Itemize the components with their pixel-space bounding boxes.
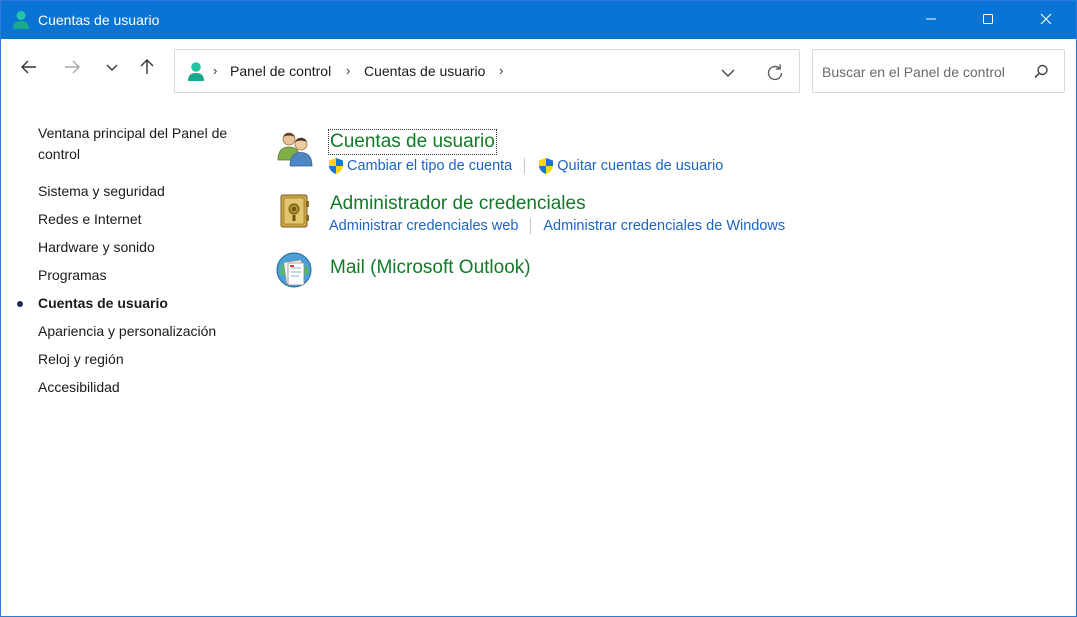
breadcrumb-separator: ›: [213, 63, 218, 78]
category-links: Administrar credenciales web Administrar …: [329, 218, 785, 235]
navigation-bar: › Panel de control › Cuentas de usuario …: [1, 39, 1076, 103]
active-indicator-bullet: [17, 301, 23, 307]
category-administrador-de-credenciales: Administrador de credenciales Administra…: [263, 191, 1063, 251]
link-administrar-credenciales-web[interactable]: Administrar credenciales web: [329, 218, 518, 234]
breadcrumb-cuentas-de-usuario[interactable]: Cuentas de usuario: [364, 63, 485, 79]
sidebar-item-reloj-y-region[interactable]: Reloj y región: [38, 351, 124, 367]
link-cambiar-tipo-de-cuenta[interactable]: Cambiar el tipo de cuenta: [347, 158, 512, 174]
chevron-down-icon: [715, 69, 741, 89]
search-icon[interactable]: [1032, 63, 1050, 81]
sidebar-item-hardware-y-sonido[interactable]: Hardware y sonido: [38, 239, 155, 255]
forward-button[interactable]: [59, 55, 85, 81]
maximize-icon: [982, 12, 994, 28]
category-title-cuentas-de-usuario[interactable]: Cuentas de usuario: [328, 129, 497, 155]
user-accounts-icon: [12, 10, 30, 30]
breadcrumb-panel-de-control[interactable]: Panel de control: [230, 63, 331, 79]
chevron-down-icon: [105, 60, 119, 77]
search-box[interactable]: [812, 49, 1065, 93]
address-dropdown-button[interactable]: [715, 60, 741, 86]
category-links: Cambiar el tipo de cuenta Quitar cuentas…: [327, 157, 723, 175]
recent-locations-button[interactable]: [99, 55, 125, 81]
arrow-right-icon: [63, 58, 81, 79]
sidebar-item-programas[interactable]: Programas: [38, 267, 106, 283]
arrow-left-icon: [20, 58, 38, 79]
back-button[interactable]: [16, 55, 42, 81]
link-separator: [530, 218, 532, 235]
refresh-button[interactable]: [762, 60, 788, 86]
sidebar: Ventana principal del Panel de control S…: [1, 103, 261, 616]
category-list: Cuentas de usuario Cambiar el tipo de cu…: [263, 103, 1073, 603]
vault-icon[interactable]: [275, 191, 315, 231]
sidebar-item-sistema-y-seguridad[interactable]: Sistema y seguridad: [38, 183, 165, 199]
maximize-button[interactable]: [959, 1, 1017, 39]
category-title-mail-microsoft-outlook[interactable]: Mail (Microsoft Outlook): [330, 257, 531, 279]
breadcrumb-separator: ›: [346, 63, 351, 78]
close-button[interactable]: [1017, 1, 1075, 39]
link-separator: [524, 158, 526, 174]
category-cuentas-de-usuario: Cuentas de usuario Cambiar el tipo de cu…: [263, 128, 1063, 188]
up-button[interactable]: [134, 55, 160, 81]
category-mail-microsoft-outlook: Mail (Microsoft Outlook): [263, 251, 1063, 311]
sidebar-item-accesibilidad[interactable]: Accesibilidad: [38, 379, 120, 395]
user-accounts-icon: [187, 61, 205, 83]
uac-shield-icon: [537, 157, 555, 175]
refresh-icon: [762, 64, 788, 89]
breadcrumb-separator: ›: [499, 63, 504, 78]
window-title: Cuentas de usuario: [38, 12, 160, 28]
title-bar: Cuentas de usuario: [1, 1, 1076, 39]
uac-shield-icon: [327, 157, 345, 175]
minimize-icon: [925, 12, 937, 28]
minimize-button[interactable]: [902, 1, 960, 39]
close-icon: [1040, 12, 1052, 28]
address-bar[interactable]: › Panel de control › Cuentas de usuario …: [174, 49, 800, 93]
mail-globe-icon[interactable]: [275, 251, 315, 291]
users-icon[interactable]: [275, 128, 315, 168]
sidebar-item-apariencia-y-personalizacion[interactable]: Apariencia y personalización: [38, 323, 216, 339]
category-title-administrador-de-credenciales[interactable]: Administrador de credenciales: [330, 193, 586, 215]
window: Cuentas de usuario › Panel de control › …: [0, 0, 1077, 617]
sidebar-item-redes-e-internet[interactable]: Redes e Internet: [38, 211, 142, 227]
search-input[interactable]: [822, 62, 1027, 82]
link-administrar-credenciales-de-windows[interactable]: Administrar credenciales de Windows: [543, 218, 785, 234]
link-quitar-cuentas-de-usuario[interactable]: Quitar cuentas de usuario: [557, 158, 723, 174]
arrow-up-icon: [138, 58, 156, 79]
sidebar-item-home[interactable]: Ventana principal del Panel de control: [38, 123, 253, 165]
sidebar-item-cuentas-de-usuario[interactable]: Cuentas de usuario: [38, 295, 168, 311]
